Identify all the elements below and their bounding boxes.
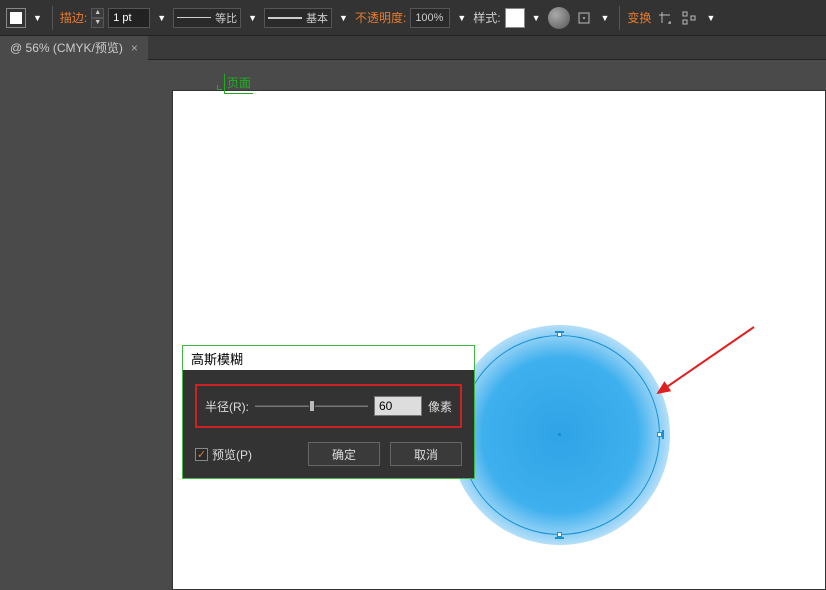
recolor-icon[interactable] bbox=[548, 7, 570, 29]
radius-unit: 像素 bbox=[428, 398, 452, 415]
selection-anchor[interactable] bbox=[557, 332, 562, 337]
radius-slider[interactable] bbox=[255, 398, 368, 414]
stroke-width-input[interactable] bbox=[108, 8, 150, 28]
direction-handle bbox=[662, 430, 664, 439]
stroke-label: 描边: bbox=[60, 9, 87, 26]
dash-style-select[interactable]: 等比 bbox=[173, 8, 241, 28]
opacity-label: 不透明度: bbox=[355, 9, 406, 26]
stroke-dropdown[interactable]: ▼ bbox=[154, 13, 169, 23]
style-dropdown[interactable]: ▼ bbox=[529, 13, 544, 23]
brush-style-value: 基本 bbox=[306, 10, 328, 26]
page-label: 页面 bbox=[224, 74, 253, 94]
selection-center[interactable] bbox=[558, 433, 561, 436]
transform-label: 变换 bbox=[627, 9, 651, 26]
direction-handle bbox=[555, 331, 564, 333]
ok-button[interactable]: 确定 bbox=[308, 442, 380, 466]
preview-checkbox[interactable]: ✓ bbox=[195, 448, 208, 461]
document-tab[interactable]: @ 56% (CMYK/预览) × bbox=[0, 36, 148, 60]
brush-style-select[interactable]: 基本 bbox=[264, 8, 332, 28]
radius-control-row: 半径(R): 像素 bbox=[195, 384, 462, 428]
tab-close-icon[interactable]: × bbox=[131, 41, 138, 55]
stroke-stepper[interactable]: ▲▼ bbox=[91, 8, 104, 28]
dialog-body: 半径(R): 像素 ✓ 预览(P) 确定 取消 bbox=[183, 370, 474, 478]
dash-dropdown[interactable]: ▼ bbox=[245, 13, 260, 23]
page-corner-mark bbox=[213, 84, 223, 94]
fill-dropdown[interactable]: ▼ bbox=[30, 13, 45, 23]
direction-handle bbox=[555, 537, 564, 539]
align-dropdown[interactable]: ▼ bbox=[598, 13, 613, 23]
preview-label: 预览(P) bbox=[212, 446, 252, 463]
radius-input[interactable] bbox=[374, 396, 422, 416]
align-icon[interactable] bbox=[574, 8, 594, 28]
fill-swatch[interactable] bbox=[6, 8, 26, 28]
radius-label: 半径(R): bbox=[205, 398, 249, 415]
dialog-title[interactable]: 高斯模糊 bbox=[183, 346, 474, 370]
gaussian-blur-dialog: 高斯模糊 半径(R): 像素 ✓ 预览(P) 确定 取消 bbox=[182, 345, 475, 479]
graphic-style-swatch[interactable] bbox=[505, 8, 525, 28]
crop-icon[interactable] bbox=[655, 8, 675, 28]
top-toolbar: ▼ 描边: ▲▼ ▼ 等比 ▼ 基本 ▼ 不透明度: ▼ 样式: ▼ ▼ 变换 … bbox=[0, 0, 826, 36]
dialog-buttons: ✓ 预览(P) 确定 取消 bbox=[195, 442, 462, 466]
brush-dropdown[interactable]: ▼ bbox=[336, 13, 351, 23]
document-tab-bar: @ 56% (CMYK/预览) × bbox=[0, 36, 826, 60]
preview-checkbox-wrap[interactable]: ✓ 预览(P) bbox=[195, 446, 252, 463]
opacity-dropdown[interactable]: ▼ bbox=[454, 13, 469, 23]
select-dropdown[interactable]: ▼ bbox=[703, 13, 718, 23]
opacity-input[interactable] bbox=[410, 8, 450, 28]
slider-thumb[interactable] bbox=[309, 400, 315, 412]
selected-object[interactable] bbox=[450, 325, 670, 545]
tab-title: @ 56% (CMYK/预览) bbox=[10, 39, 123, 56]
workspace: 页面 高斯模糊 半径(R): bbox=[0, 60, 826, 526]
style-label: 样式: bbox=[473, 9, 500, 26]
cancel-button[interactable]: 取消 bbox=[390, 442, 462, 466]
dash-style-value: 等比 bbox=[215, 10, 237, 26]
select-similar-icon[interactable] bbox=[679, 8, 699, 28]
